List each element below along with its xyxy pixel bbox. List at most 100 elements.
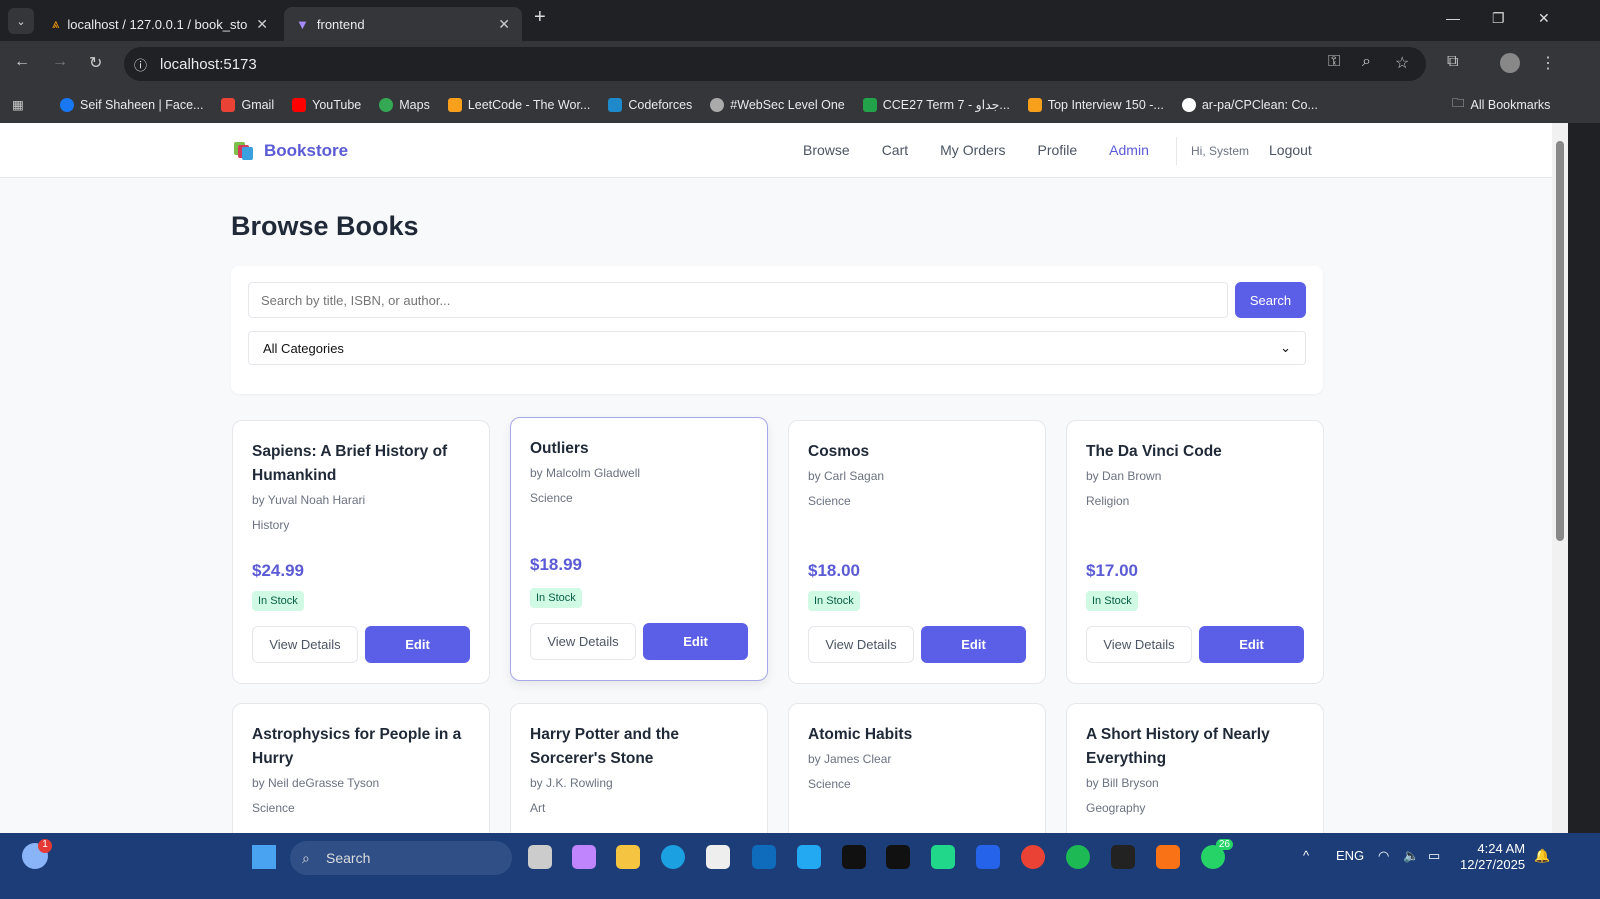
language-indicator[interactable]: ENG xyxy=(1336,848,1364,863)
vscode-icon[interactable] xyxy=(797,845,821,869)
close-window-icon[interactable]: ✕ xyxy=(1538,10,1550,27)
task-view-icon[interactable] xyxy=(528,845,552,869)
store-icon[interactable] xyxy=(706,845,730,869)
stock-badge: In Stock xyxy=(530,588,582,608)
leetcode-icon xyxy=(1027,97,1042,112)
extensions-icon[interactable]: ⧉ xyxy=(1447,53,1458,71)
bookmark[interactable]: Codeforces xyxy=(608,97,692,112)
logout-button[interactable]: Logout xyxy=(1269,142,1312,158)
nav-cart[interactable]: Cart xyxy=(882,142,908,158)
scrollbar[interactable] xyxy=(1552,123,1568,833)
notifications-icon[interactable]: 🔔 xyxy=(1534,848,1550,864)
bookmark-label: YouTube xyxy=(312,97,362,112)
spotify-icon[interactable] xyxy=(1066,845,1090,869)
search-button[interactable]: Search xyxy=(1235,282,1306,318)
book-title: Sapiens: A Brief History of Humankind xyxy=(252,443,448,484)
nav-profile[interactable]: Profile xyxy=(1037,142,1077,158)
weather-icon[interactable]: 1 xyxy=(22,839,52,869)
bookmark[interactable]: Maps xyxy=(379,97,430,112)
category-select[interactable]: All Categories ⌄ xyxy=(248,331,1306,365)
bookmark[interactable]: #WebSec Level One xyxy=(710,97,845,112)
tab-phpmyadmin[interactable]: ⩓ localhost / 127.0.0.1 / book_sto ✕ xyxy=(40,7,280,41)
view-details-button[interactable]: View Details xyxy=(530,623,636,660)
edit-button[interactable]: Edit xyxy=(1199,626,1304,663)
bookmark[interactable]: Seif Shaheen | Face... xyxy=(60,97,203,112)
wifi-icon[interactable]: ◠ xyxy=(1378,848,1389,864)
menu-icon[interactable]: ⋮ xyxy=(1540,53,1556,73)
copilot-icon[interactable] xyxy=(572,845,596,869)
brand-logo[interactable]: Bookstore xyxy=(234,141,348,161)
back-icon[interactable]: ← xyxy=(14,53,30,71)
maps-icon xyxy=(379,97,394,112)
edit-button[interactable]: Edit xyxy=(365,626,470,663)
tab-title: frontend xyxy=(316,16,365,32)
bookmark-label: All Bookmarks xyxy=(1470,97,1551,112)
clock[interactable]: 4:24 AM 12/27/2025 xyxy=(1460,841,1525,873)
whatsapp-icon[interactable]: 26 xyxy=(1201,839,1233,869)
forward-icon[interactable]: → xyxy=(52,53,68,71)
view-details-button[interactable]: View Details xyxy=(808,626,914,663)
brand-name: Bookstore xyxy=(264,141,349,160)
address-bar[interactable]: ⓘ localhost:5173 xyxy=(124,47,1426,81)
profile-avatar[interactable] xyxy=(1500,53,1520,73)
bookmark[interactable]: ar-pa/CPClean: Co... xyxy=(1181,97,1318,112)
book-price: $17.00 xyxy=(1086,561,1138,580)
search-input[interactable] xyxy=(248,282,1228,318)
bookmark[interactable]: YouTube xyxy=(292,97,362,112)
edge-icon[interactable] xyxy=(661,845,685,869)
edit-button[interactable]: Edit xyxy=(921,626,1026,663)
book-title: Cosmos xyxy=(808,443,870,460)
new-tab-icon[interactable]: + xyxy=(534,6,546,29)
bookmark[interactable]: Gmail xyxy=(221,97,275,112)
pycharm-icon[interactable] xyxy=(931,845,955,869)
taskbar-search[interactable]: ⌕ Search xyxy=(290,841,512,875)
tab-frontend[interactable]: ▼ frontend ✕ xyxy=(284,7,522,41)
view-details-button[interactable]: View Details xyxy=(1086,626,1192,663)
outlook-icon[interactable] xyxy=(752,845,776,869)
edit-button[interactable]: Edit xyxy=(643,623,748,660)
apps-icon[interactable]: ▦ xyxy=(12,97,24,112)
site-info-icon[interactable]: ⓘ xyxy=(134,55,147,74)
book-card: A Short History of Nearly Everything by B… xyxy=(1066,703,1324,833)
restore-icon[interactable]: ❐ xyxy=(1492,10,1505,27)
zoom-icon[interactable]: ⌕ xyxy=(1362,53,1371,71)
password-key-icon[interactable]: ⚿ xyxy=(1328,53,1340,71)
nav-admin[interactable]: Admin xyxy=(1109,142,1149,158)
file-explorer-icon[interactable] xyxy=(616,845,640,869)
tray-chevron-icon[interactable]: ^ xyxy=(1303,848,1309,863)
book-card: Outliers by Malcolm Gladwell Science $18.99… xyxy=(510,417,768,681)
chrome-icon[interactable] xyxy=(1021,845,1045,869)
scrollbar-thumb[interactable] xyxy=(1556,141,1564,541)
clion-icon[interactable] xyxy=(842,845,866,869)
reload-icon[interactable]: ↻ xyxy=(89,53,102,73)
windows-start-icon[interactable] xyxy=(252,845,276,869)
star-icon[interactable]: ☆ xyxy=(1395,53,1409,73)
book-author: by Malcolm Gladwell xyxy=(530,466,641,480)
nav-my-orders[interactable]: My Orders xyxy=(940,142,1005,158)
book-category: Science xyxy=(252,801,295,815)
bookmarks-bar: ▦ Seif Shaheen | Face... Gmail YouTube M… xyxy=(0,86,1600,123)
tab-strip: ⌄ ⩓ localhost / 127.0.0.1 / book_sto ✕ ▼ fr… xyxy=(0,0,1600,41)
tab-search-button[interactable]: ⌄ xyxy=(8,8,34,34)
battery-icon[interactable]: ▭ xyxy=(1428,848,1440,864)
bookmark-label: Gmail xyxy=(241,97,275,112)
gmail-icon xyxy=(221,97,236,112)
android-studio-icon[interactable] xyxy=(1111,845,1135,869)
stock-badge: In Stock xyxy=(252,591,304,611)
minimize-icon[interactable]: — xyxy=(1446,10,1460,26)
nav-browse[interactable]: Browse xyxy=(803,142,850,158)
bookmark[interactable]: LeetCode - The Wor... xyxy=(447,97,590,112)
xampp-icon[interactable] xyxy=(1156,845,1180,869)
close-icon[interactable]: ✕ xyxy=(256,16,268,33)
book-card: Astrophysics for People in a Hurry by Nei… xyxy=(232,703,490,833)
close-icon[interactable]: ✕ xyxy=(498,16,510,33)
intellij-icon[interactable] xyxy=(886,845,910,869)
view-details-button[interactable]: View Details xyxy=(252,626,358,663)
volume-icon[interactable]: 🔈 xyxy=(1403,848,1419,864)
folder-icon: 🗀 xyxy=(1452,96,1465,110)
app-icon[interactable] xyxy=(976,845,1000,869)
bookmark[interactable]: Top Interview 150 -... xyxy=(1027,97,1164,112)
book-title: Atomic Habits xyxy=(808,726,913,743)
all-bookmarks[interactable]: 🗀 All Bookmarks xyxy=(1452,94,1550,115)
bookmark[interactable]: CCE27 Term 7 - جداو... xyxy=(862,97,1010,112)
